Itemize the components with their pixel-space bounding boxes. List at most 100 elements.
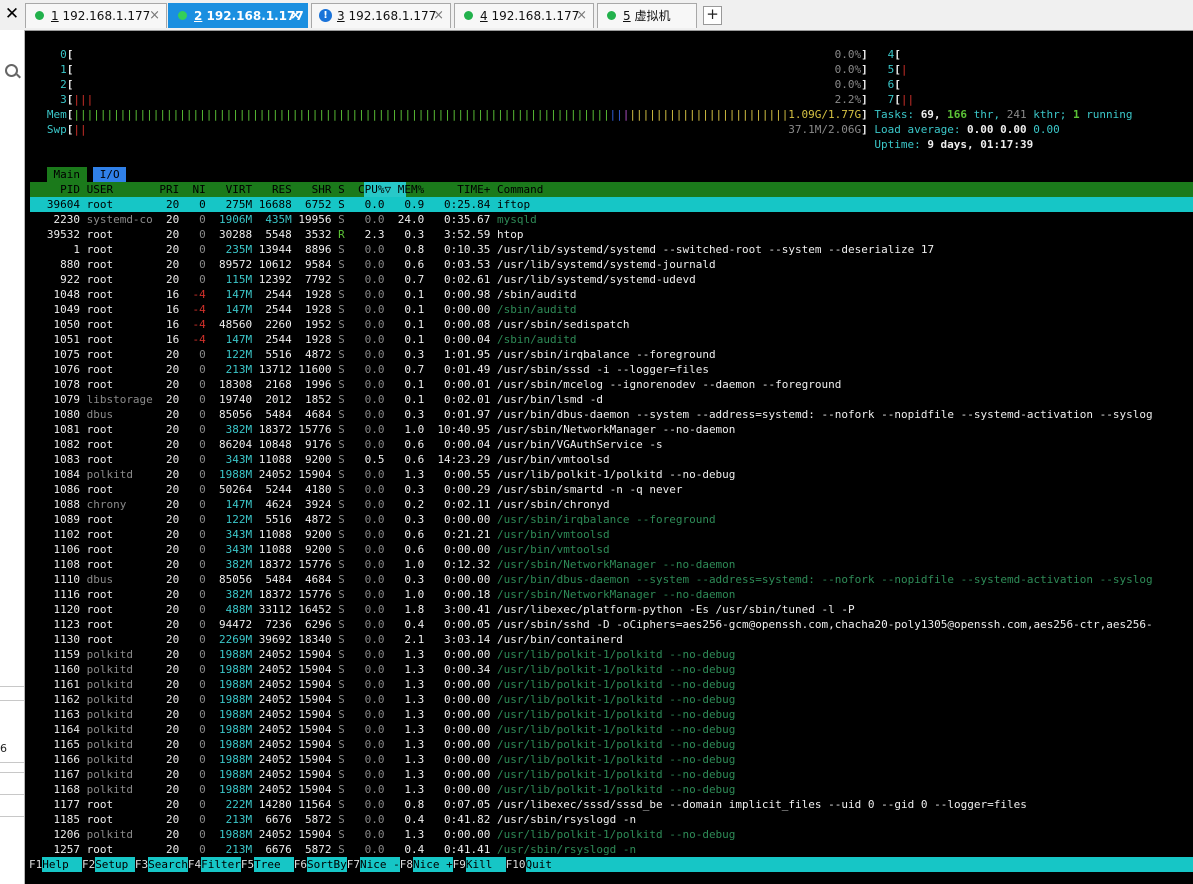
col-shr: SHR [311,183,332,196]
cell-ni: 0 [199,633,206,646]
cell-command: /usr/bin/vmtoolsd [497,453,610,466]
cell-cpu: 0.0 [364,618,385,631]
cell-pid: 1081 [53,423,80,436]
close-window-button[interactable]: ✕ [0,0,24,29]
process-row[interactable]: 1086 root 20 0 50264 5244 4180 S 0.0 0.3 0:00.29/u… [25,482,1193,497]
session-tab-2[interactable]: 2 192.168.1.177 × [168,3,308,28]
process-row[interactable]: 1049 root 16 -4 147M 2544 1928 S 0.0 0.1 0:00.00/s… [25,302,1193,317]
fkey-f3-button[interactable]: Search [148,857,188,872]
cell-pri: 20 [166,648,180,661]
process-row[interactable]: 1 root 20 0 235M 13944 8896 S 0.0 0.8 0:10.35/usr/… [25,242,1193,257]
new-tab-button[interactable]: + [703,6,722,25]
process-row[interactable]: 1116 root 20 0 382M 18372 15776 S 0.0 1.0 0:00.18 /… [25,587,1193,602]
tab-close-icon[interactable]: × [290,4,301,28]
process-row[interactable]: 1083 root 20 0 343M 11088 9200 S 0.5 0.6 14:23.29 /… [25,452,1193,467]
process-row[interactable]: 1078 root 20 0 18308 2168 1996 S 0.0 0.1 0:00.01/u… [25,377,1193,392]
cell-state: S [338,768,345,781]
process-row[interactable]: 1123 root 20 0 94472 7236 6296 S 0.0 0.4 0:00.05/u… [25,617,1193,632]
cell-pri: 16 [166,333,180,346]
process-row[interactable]: 1089 root 20 0 122M 5516 4872 S 0.0 0.3 0:00.00/us… [25,512,1193,527]
fkey-f10-button[interactable]: Quit [525,857,1193,872]
process-row[interactable]: 1168 polkitd 20 0 1988M 24052 15904 S 0.0 1.3 0:00… [25,782,1193,797]
process-row[interactable]: 1185 root 20 0 213M 6676 5872 S 0.0 0.4 0:41.82/us… [25,812,1193,827]
process-row[interactable]: 1162 polkitd 20 0 1988M 24052 15904 S 0.0 1.3 0:00… [25,692,1193,707]
terminal-area[interactable]: 39604 root 20 0 275M 16688 6752 S 0.0 0.9 0:25.84 i… [25,31,1193,884]
fkey-f9-button[interactable]: Kill [465,857,506,872]
fkey-f6-button[interactable]: SortBy [307,857,347,872]
process-row[interactable]: 1160 polkitd 20 0 1988M 24052 15904 S 0.0 1.3 0:00… [25,662,1193,677]
process-row[interactable]: 1080 dbus 20 0 85056 5484 4684 S 0.0 0.3 0:01.97/u… [25,407,1193,422]
process-row[interactable]: 922 root 20 0 115M 12392 7792 S 0.0 0.7 0:02.61/us… [25,272,1193,287]
session-tab-3[interactable]: ! 3 192.168.1.177 × [311,3,451,28]
process-row[interactable]: 1076 root 20 0 213M 13712 11600 S 0.0 0.7 0:01.49 /… [25,362,1193,377]
session-tab-1[interactable]: 1 192.168.1.177 × [25,3,167,28]
process-row[interactable]: 39604 root 20 0 275M 16688 6752 S 0.0 0.9 0:25.84 i… [25,197,1193,212]
cell-shr: 1852 [305,393,332,406]
cell-virt: 86204 [218,438,253,451]
screen-tab-main[interactable]: Main [46,167,87,182]
cell-shr: 15904 [298,723,332,736]
tab-close-icon[interactable]: × [433,4,444,28]
process-row[interactable]: 1161 polkitd 20 0 1988M 24052 15904 S 0.0 1.3 0:00… [25,677,1193,692]
cell-cpu: 0.0 [364,408,385,421]
process-row[interactable]: 1164 polkitd 20 0 1988M 24052 15904 S 0.0 1.3 0:00… [25,722,1193,737]
process-row[interactable]: 1084 polkitd 20 0 1988M 24052 15904 S 0.0 1.3 0:00… [25,467,1193,482]
cell-pri: 20 [166,213,180,226]
search-icon[interactable] [5,64,18,77]
process-row[interactable]: 1159 polkitd 20 0 1988M 24052 15904 S 0.0 1.3 0:00… [25,647,1193,662]
tasks-count: 69, [920,108,941,121]
cell-pri: 20 [166,198,180,211]
process-row[interactable]: 1108 root 20 0 382M 18372 15776 S 0.0 1.0 0:12.32 /… [25,557,1193,572]
cell-command: /usr/sbin/NetworkManager --no-daemon [497,423,736,436]
cell-pid: 1 [73,243,80,256]
process-row[interactable]: 1088 chrony 20 0 147M 4624 3924 S 0.0 0.2 0:02.11 /… [25,497,1193,512]
process-row[interactable]: 1120 root 20 0 488M 33112 16452 S 0.0 1.8 3:00.41 /… [25,602,1193,617]
process-row[interactable]: 2230 systemd-co 20 0 1906M 435M 19956 S 0.0 24.0 0… [25,212,1193,227]
process-row[interactable]: 1257 root 20 0 213M 6676 5872 S 0.0 0.4 0:41.41/us… [25,842,1193,857]
process-row[interactable]: 1082 root 20 0 86204 10848 9176 S 0.0 0.6 0:00.04 /… [25,437,1193,452]
process-row[interactable]: 1048 root 16 -4 147M 2544 1928 S 0.0 0.1 0:00.98/s… [25,287,1193,302]
cell-ni: -4 [192,303,206,316]
process-row[interactable]: 1102 root 20 0 343M 11088 9200 S 0.0 0.6 0:21.21/u… [25,527,1193,542]
cell-virt: 343M [225,543,253,556]
session-tab-4[interactable]: 4 192.168.1.177 × [454,3,594,28]
process-row[interactable]: 1166 polkitd 20 0 1988M 24052 15904 S 0.0 1.3 0:00… [25,752,1193,767]
process-row[interactable]: 1081 root 20 0 382M 18372 15776 S 0.0 1.0 10:40.95… [25,422,1193,437]
process-row[interactable]: 880 root 20 0 89572 10612 9584 S 0.0 0.6 0:03.53/u… [25,257,1193,272]
cell-command: /usr/sbin/sssd -i --logger=files [497,363,709,376]
threads-count: 166 [947,108,968,121]
cell-res: 5516 [265,348,292,361]
fkey-f1-button[interactable]: Help [42,857,82,872]
process-row[interactable]: 1163 polkitd 20 0 1988M 24052 15904 S 0.0 1.3 0:00… [25,707,1193,722]
cell-shr: 19956 [298,213,332,226]
process-row[interactable]: 39532 root 20 0 30288 5548 3532 R 2.3 0.3 3:52.59 h… [25,227,1193,242]
fkey-f4-button[interactable]: Filter [201,857,241,872]
fkey-f2-button[interactable]: Setup [95,857,135,872]
tab-close-icon[interactable]: × [149,4,160,28]
process-row[interactable]: 1177 root 20 0 222M 14280 11564 S 0.0 0.8 0:07.05 /… [25,797,1193,812]
load-label: Load average: [874,123,961,136]
cell-mem: 1.3 [404,648,425,661]
fkey-f8-button[interactable]: Nice + [412,857,453,872]
col-ni: NI [192,183,206,196]
fkey-f5-button[interactable]: Tree [254,857,294,872]
process-row[interactable]: 1050 root 16 -4 48560 2260 1952 S 0.0 0.1 0:00.08 /… [25,317,1193,332]
cell-pid: 1161 [53,678,80,691]
process-row[interactable]: 1130 root 20 0 2269M 39692 18340 S 0.0 2.1 3:03.14… [25,632,1193,647]
process-row[interactable]: 1165 polkitd 20 0 1988M 24052 15904 S 0.0 1.3 0:00… [25,737,1193,752]
process-row[interactable]: 1075 root 20 0 122M 5516 4872 S 0.0 0.3 1:01.95/us… [25,347,1193,362]
cell-virt: 2269M [218,633,253,646]
cell-command: /usr/libexec/sssd/sssd_be --domain impli… [497,798,1027,811]
process-row[interactable]: 1110 dbus 20 0 85056 5484 4684 S 0.0 0.3 0:00.00/u… [25,572,1193,587]
process-row[interactable]: 1106 root 20 0 343M 11088 9200 S 0.0 0.6 0:00.00/u… [25,542,1193,557]
tab-close-icon[interactable]: × [576,4,587,28]
cpu-id: 6 [887,78,895,91]
session-tab-5[interactable]: 5 虚拟机 [597,3,697,28]
screen-tab-io[interactable]: I/O [93,167,127,182]
process-row[interactable]: 1206 polkitd 20 0 1988M 24052 15904 S 0.0 1.3 0:00… [25,827,1193,842]
process-row[interactable]: 1079 libstorage 20 0 19740 2012 1852 S 0.0 0.1 0:0… [25,392,1193,407]
process-row[interactable]: 1051 root 16 -4 147M 2544 1928 S 0.0 0.1 0:00.04/s… [25,332,1193,347]
cell-mem: 0.1 [404,318,425,331]
process-row[interactable]: 1167 polkitd 20 0 1988M 24052 15904 S 0.0 1.3 0:00… [25,767,1193,782]
fkey-f7-button[interactable]: Nice - [360,857,400,872]
